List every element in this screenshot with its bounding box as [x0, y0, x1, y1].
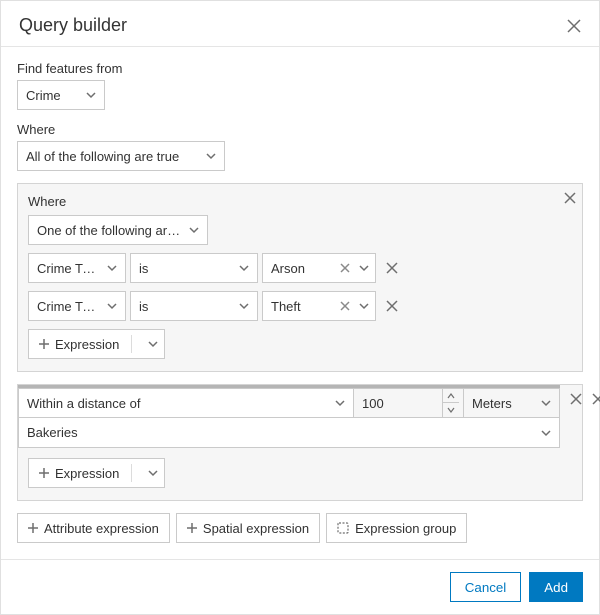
clear-value-icon[interactable]	[337, 260, 353, 276]
criteria-row: Crime Type is Arson	[28, 253, 572, 283]
remove-row-icon[interactable]	[386, 262, 398, 274]
group-operator-select[interactable]: One of the following are tr…	[28, 215, 208, 245]
remove-row-icon[interactable]	[570, 393, 582, 405]
plus-icon	[39, 339, 49, 349]
chevron-down-icon	[148, 339, 158, 349]
expression-toolbar: Attribute expression Spatial expression …	[17, 513, 583, 543]
chevron-down-icon	[107, 263, 117, 273]
add-expression-button[interactable]: Expression	[28, 329, 165, 359]
remove-group-icon[interactable]	[564, 192, 576, 204]
distance-input[interactable]	[362, 396, 422, 411]
remove-row-icon[interactable]	[386, 300, 398, 312]
add-expression-group-button[interactable]: Expression group	[326, 513, 467, 543]
top-operator-value: All of the following are true	[26, 149, 179, 164]
operator-select[interactable]: is	[130, 253, 258, 283]
field-select[interactable]: Crime Type	[28, 291, 126, 321]
query-builder-dialog: Query builder Find features from Crime W…	[0, 0, 600, 615]
where-label: Where	[17, 122, 583, 137]
group-where-label: Where	[28, 194, 572, 209]
add-attribute-expression-button[interactable]: Attribute expression	[17, 513, 170, 543]
step-down-button[interactable]	[443, 403, 459, 417]
chevron-down-icon	[359, 301, 369, 311]
group-operator-value: One of the following are tr…	[37, 223, 183, 238]
chevron-down-icon	[239, 301, 249, 311]
distance-unit-select[interactable]: Meters	[464, 388, 560, 418]
add-spatial-expression-button[interactable]: Spatial expression	[176, 513, 320, 543]
dialog-title: Query builder	[19, 15, 127, 36]
dialog-footer: Cancel Add	[1, 559, 599, 614]
add-expression-button[interactable]: Expression	[28, 458, 165, 488]
plus-icon	[39, 468, 49, 478]
chevron-down-icon	[189, 225, 199, 235]
chevron-down-icon	[335, 398, 345, 408]
plus-icon	[187, 523, 197, 533]
close-icon[interactable]	[567, 19, 581, 33]
spatial-layer-select[interactable]: Bakeries	[18, 418, 560, 448]
chevron-down-icon	[206, 151, 216, 161]
chevron-down-icon	[148, 468, 158, 478]
dialog-body: Find features from Crime Where All of th…	[1, 47, 599, 559]
chevron-down-icon	[541, 398, 551, 408]
chevron-down-icon	[107, 301, 117, 311]
source-layer-value: Crime	[26, 88, 61, 103]
chevron-down-icon	[239, 263, 249, 273]
value-select[interactable]: Arson	[262, 253, 376, 283]
dialog-header: Query builder	[1, 1, 599, 47]
spatial-row: Within a distance of Meters	[18, 385, 560, 418]
cancel-button[interactable]: Cancel	[450, 572, 522, 602]
chevron-down-icon	[359, 263, 369, 273]
add-button[interactable]: Add	[529, 572, 583, 602]
distance-stepper	[442, 389, 459, 417]
clear-value-icon[interactable]	[337, 298, 353, 314]
step-up-button[interactable]	[443, 389, 459, 403]
plus-icon	[28, 523, 38, 533]
spatial-expression-group: Within a distance of Meters	[17, 384, 583, 501]
operator-select[interactable]: is	[130, 291, 258, 321]
top-operator-select[interactable]: All of the following are true	[17, 141, 225, 171]
field-select[interactable]: Crime Type	[28, 253, 126, 283]
criteria-row: Crime Type is Theft	[28, 291, 572, 321]
expression-group: Where One of the following are tr… Crime…	[17, 183, 583, 372]
distance-input-wrap	[354, 388, 464, 418]
spatial-relation-select[interactable]: Within a distance of	[18, 388, 354, 418]
chevron-down-icon	[86, 90, 96, 100]
group-icon	[337, 522, 349, 534]
find-from-label: Find features from	[17, 61, 583, 76]
source-layer-select[interactable]: Crime	[17, 80, 105, 110]
chevron-down-icon	[541, 428, 551, 438]
remove-group-icon[interactable]	[592, 393, 600, 405]
value-select[interactable]: Theft	[262, 291, 376, 321]
